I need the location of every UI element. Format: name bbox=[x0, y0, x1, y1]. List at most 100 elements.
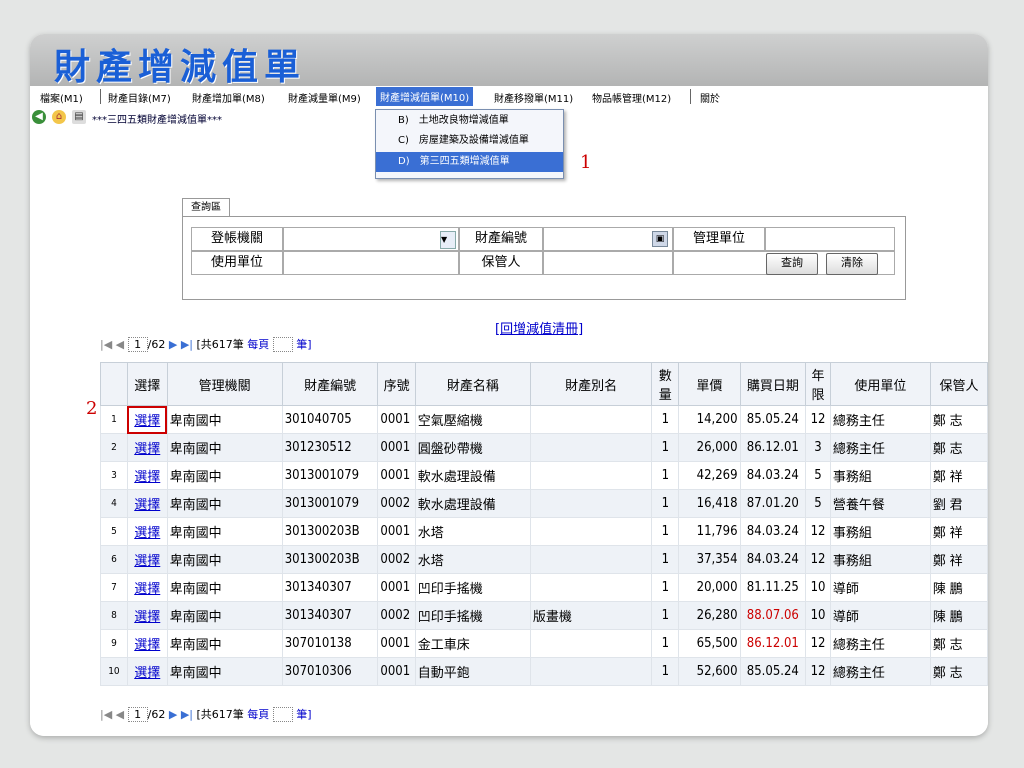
row-number: 7 bbox=[100, 573, 128, 602]
select-link[interactable]: 選擇 bbox=[134, 526, 160, 541]
label-keeper: 保管人 bbox=[459, 251, 543, 275]
cell-price: 14,200 bbox=[678, 405, 741, 434]
cell-asset-no: 307010306 bbox=[281, 657, 379, 686]
dept-select[interactable]: ▼ bbox=[283, 227, 459, 251]
home-icon[interactable]: ⌂ bbox=[52, 110, 66, 124]
cell-price: 16,418 bbox=[678, 489, 741, 518]
back-icon[interactable]: ◀ bbox=[32, 110, 46, 124]
cell-date: 85.05.24 bbox=[739, 657, 807, 686]
per-page-label: 每頁 bbox=[247, 708, 270, 721]
asset-no-input[interactable]: ▣ bbox=[543, 227, 673, 251]
last-page-icon[interactable]: ▶| bbox=[181, 338, 193, 351]
table-row: 10 選擇 卑南國中 307010306 0001 自動平鉋 1 52,600 85.05.24… bbox=[100, 657, 988, 686]
return-list-link[interactable]: [回增減值清冊] bbox=[495, 318, 583, 337]
table-row: 7 選擇 卑南國中 301340307 0001 凹印手搖機 1 20,000 81.11.25… bbox=[100, 573, 988, 602]
menu-asset-add[interactable]: 財產增加單(M8) bbox=[192, 90, 265, 105]
per-page-input[interactable] bbox=[272, 707, 293, 722]
select-link[interactable]: 選擇 bbox=[134, 638, 160, 653]
clear-button[interactable]: 清除 bbox=[826, 253, 878, 275]
cell-date: 85.05.24 bbox=[739, 405, 807, 434]
table-row: 2 選擇 卑南國中 301230512 0001 圓盤砂帶機 1 26,000 86.12.01… bbox=[100, 433, 988, 462]
slide-frame: 財產增減值單 檔案(M1) 財產目錄(M7) 財產增加單(M8) 財產減量單(M… bbox=[30, 34, 988, 736]
select-link[interactable]: 選擇 bbox=[134, 442, 160, 457]
search-button[interactable]: 查詢 bbox=[766, 253, 818, 275]
asset-table: 選擇 管理機關 財產編號 序號 財產名稱 財產別名 數量 單價 購買日期 年限 … bbox=[100, 362, 988, 686]
cell-name: 水塔 bbox=[414, 517, 531, 546]
last-page-icon[interactable]: ▶| bbox=[181, 708, 193, 721]
cell-keeper: 劉 君 bbox=[929, 489, 988, 518]
next-page-icon[interactable]: ▶ bbox=[169, 338, 177, 351]
col-keeper: 保管人 bbox=[929, 362, 988, 406]
pager-top: |◀ ◀ 1/62 ▶ ▶| [共617筆 每頁 筆] bbox=[100, 336, 312, 352]
select-link[interactable]: 選擇 bbox=[134, 498, 160, 513]
label-use-unit: 使用單位 bbox=[191, 251, 283, 275]
cell-alias bbox=[529, 573, 653, 602]
menu-asset-catalog[interactable]: 財產目錄(M7) bbox=[108, 90, 171, 105]
per-page-label: 每頁 bbox=[247, 338, 270, 351]
col-price: 單價 bbox=[678, 362, 741, 406]
select-link[interactable]: 選擇 bbox=[134, 582, 160, 597]
prev-page-icon[interactable]: ◀ bbox=[116, 708, 124, 721]
cell-seq: 0002 bbox=[377, 601, 416, 630]
cell-asset-no: 301300203B bbox=[281, 517, 379, 546]
cell-use-unit: 事務組 bbox=[829, 545, 931, 574]
prev-page-icon[interactable]: ◀ bbox=[116, 338, 124, 351]
select-link[interactable]: 選擇 bbox=[134, 666, 160, 681]
menu-asset-value-change[interactable]: 財產增減值單(M10) bbox=[376, 87, 474, 106]
select-link[interactable]: 選擇 bbox=[134, 414, 160, 429]
cell-qty: 1 bbox=[651, 545, 680, 574]
col-date: 購買日期 bbox=[739, 362, 807, 406]
select-link[interactable]: 選擇 bbox=[134, 610, 160, 625]
dropdown-item-building[interactable]: C) 房屋建築及設備增減值單 bbox=[376, 132, 563, 150]
cell-price: 20,000 bbox=[678, 573, 741, 602]
cell-qty: 1 bbox=[651, 517, 680, 546]
select-link[interactable]: 選擇 bbox=[134, 554, 160, 569]
next-page-icon[interactable]: ▶ bbox=[169, 708, 177, 721]
cell-alias bbox=[529, 657, 653, 686]
tab-query[interactable]: 查詢區 bbox=[182, 198, 230, 217]
keeper-input[interactable] bbox=[543, 251, 673, 275]
cell-seq: 0002 bbox=[377, 489, 416, 518]
menu-file[interactable]: 檔案(M1) bbox=[40, 90, 83, 105]
per-page-input[interactable] bbox=[272, 337, 293, 352]
row-number: 5 bbox=[100, 517, 128, 546]
label-asset-no: 財產編號 bbox=[459, 227, 543, 251]
cell-price: 26,280 bbox=[678, 601, 741, 630]
dropdown-item-land[interactable]: B) 土地改良物增減值單 bbox=[376, 112, 563, 130]
per-page-unit: 筆] bbox=[296, 708, 312, 721]
mgmt-unit-input[interactable] bbox=[765, 227, 895, 251]
row-number: 9 bbox=[100, 629, 128, 658]
annotation-2: 2 bbox=[86, 398, 98, 419]
cell-date: 88.07.06 bbox=[739, 601, 807, 630]
cell-asset-no: 307010138 bbox=[281, 629, 379, 658]
col-life: 年限 bbox=[805, 362, 831, 406]
dropdown-item-class345[interactable]: D) 第三四五類增減值單 bbox=[376, 152, 563, 172]
cell-name: 自動平鉋 bbox=[414, 657, 531, 686]
chevron-down-icon[interactable]: ▼ bbox=[440, 231, 456, 249]
menu-asset-reduce[interactable]: 財產減量單(M9) bbox=[288, 90, 361, 105]
menu-goods-ledger[interactable]: 物品帳管理(M12) bbox=[592, 90, 671, 105]
select-link[interactable]: 選擇 bbox=[134, 470, 160, 485]
title-bar: 財產增減值單 bbox=[30, 34, 988, 88]
cell-name: 凹印手搖機 bbox=[414, 601, 531, 630]
row-number: 10 bbox=[100, 657, 128, 686]
cell-qty: 1 bbox=[651, 461, 680, 490]
cell-qty: 1 bbox=[651, 657, 680, 686]
lookup-icon[interactable]: ▣ bbox=[652, 231, 668, 247]
first-page-icon[interactable]: |◀ bbox=[100, 338, 112, 351]
col-select: 選擇 bbox=[126, 362, 168, 406]
first-page-icon[interactable]: |◀ bbox=[100, 708, 112, 721]
menu-about[interactable]: 關於 bbox=[700, 90, 720, 105]
pager-bottom: |◀ ◀ 1/62 ▶ ▶| [共617筆 每頁 筆] bbox=[100, 706, 312, 722]
cell-keeper: 鄭 祥 bbox=[929, 545, 988, 574]
page-input[interactable]: 1 bbox=[127, 337, 148, 352]
cell-org: 卑南國中 bbox=[166, 405, 283, 434]
menu-asset-transfer[interactable]: 財產移撥單(M11) bbox=[494, 90, 573, 105]
use-unit-input[interactable] bbox=[283, 251, 459, 275]
page-input[interactable]: 1 bbox=[127, 707, 148, 722]
col-seq: 序號 bbox=[377, 362, 416, 406]
total-records: [共617筆 bbox=[196, 338, 244, 351]
print-icon[interactable]: ▤ bbox=[72, 110, 86, 124]
select-link: 選擇 bbox=[126, 517, 168, 546]
cell-use-unit: 總務主任 bbox=[829, 629, 931, 658]
